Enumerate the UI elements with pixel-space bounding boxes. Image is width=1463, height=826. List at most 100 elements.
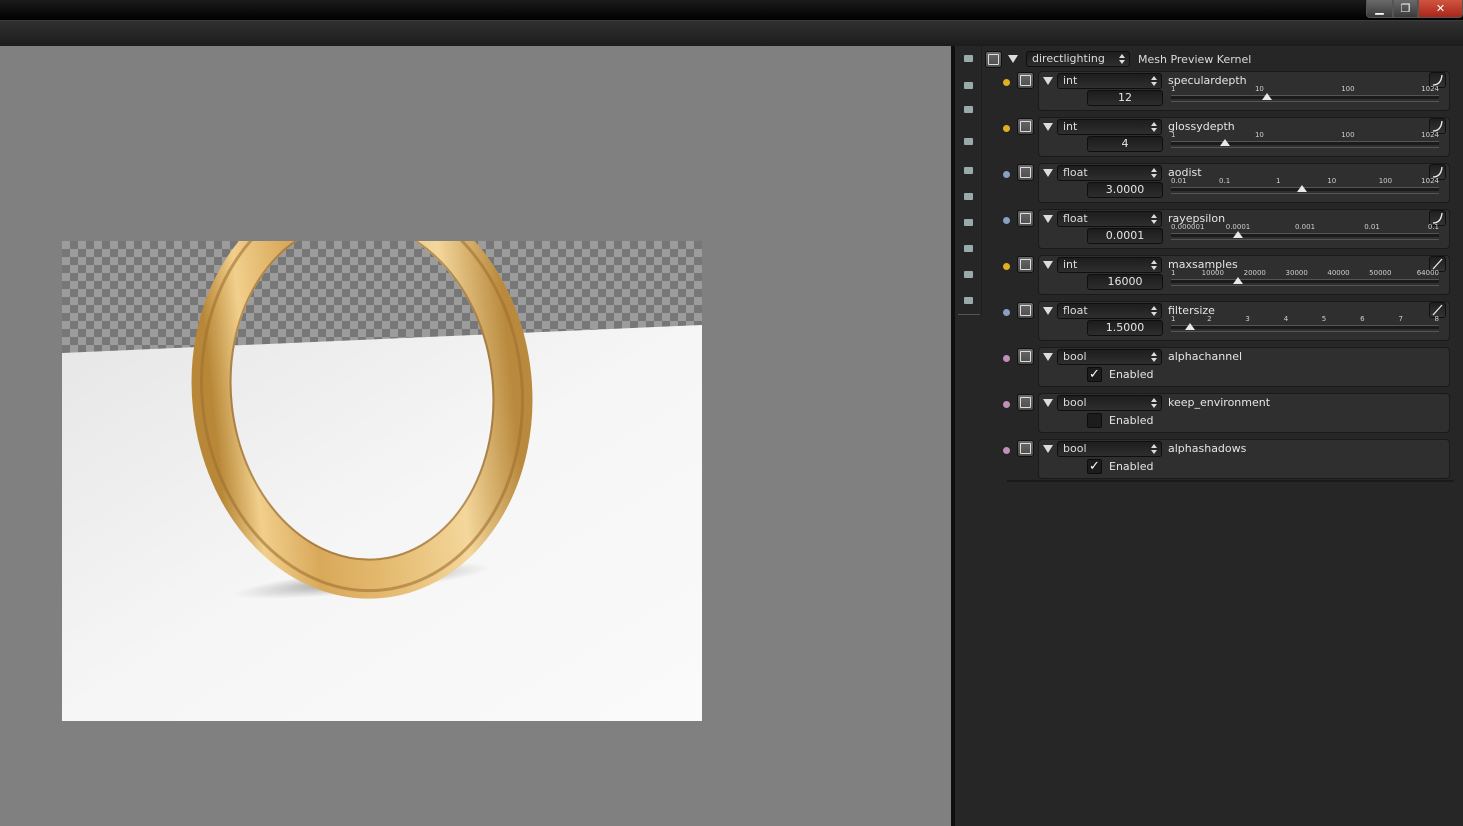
- expand-triangle-icon[interactable]: [1043, 123, 1053, 131]
- expand-triangle-icon[interactable]: [1043, 445, 1053, 453]
- bool-socket-icon[interactable]: [1017, 394, 1034, 411]
- socket-dot-icon[interactable]: [1003, 401, 1010, 408]
- param-row-keep_environment: bool keep_environment Enabled: [1003, 393, 1453, 435]
- collapse-triangle-icon[interactable]: [1008, 55, 1018, 63]
- slider-tick-label: 1024: [1421, 131, 1439, 139]
- param-type-dropdown[interactable]: float: [1057, 211, 1162, 227]
- param-type-dropdown[interactable]: float: [1057, 303, 1162, 319]
- updown-arrows-icon: [1151, 305, 1157, 317]
- expand-triangle-icon[interactable]: [1043, 399, 1053, 407]
- int-socket-icon[interactable]: [1017, 118, 1034, 135]
- param-value-field[interactable]: 0.0001: [1087, 228, 1163, 244]
- socket-dot-icon[interactable]: [1003, 355, 1010, 362]
- slider-baseline: [1171, 147, 1439, 148]
- slider-tick-label: 1: [1275, 177, 1281, 185]
- socket-dot-icon[interactable]: [1003, 79, 1010, 86]
- slider-tick-label: 20000: [1243, 269, 1266, 277]
- enabled-checkbox[interactable]: ✓: [1087, 367, 1102, 382]
- expand-triangle-icon[interactable]: [1043, 169, 1053, 177]
- socket-dot-icon[interactable]: [1003, 309, 1010, 316]
- slider-track[interactable]: [1171, 141, 1439, 145]
- environment-icon[interactable]: [961, 293, 976, 308]
- expand-triangle-icon[interactable]: [1043, 261, 1053, 269]
- render-viewport[interactable]: [0, 46, 951, 826]
- expand-triangle-icon[interactable]: [1043, 307, 1053, 315]
- socket-dot-icon[interactable]: [1003, 217, 1010, 224]
- param-value-field[interactable]: 4: [1087, 136, 1163, 152]
- expand-triangle-icon[interactable]: [1043, 215, 1053, 223]
- param-range-slider[interactable]: 1 10 100 1024: [1171, 131, 1439, 153]
- slider-tick-label: 100: [1341, 85, 1355, 93]
- kernel-type-dropdown[interactable]: directlighting: [1026, 51, 1130, 67]
- close-button[interactable]: ✕: [1418, 0, 1463, 18]
- param-range-slider[interactable]: 0.01 0.1 1 10 100 1024: [1171, 177, 1439, 199]
- socket-dot-icon[interactable]: [1003, 263, 1010, 270]
- object-data-icon[interactable]: [961, 189, 976, 204]
- param-value-field[interactable]: 1.5000: [1087, 320, 1163, 336]
- param-type-dropdown[interactable]: int: [1057, 119, 1162, 135]
- render-icon[interactable]: [961, 51, 976, 66]
- kernel-icon[interactable]: [961, 267, 976, 282]
- slider-track[interactable]: [1171, 95, 1439, 99]
- socket-dot-icon[interactable]: [1003, 171, 1010, 178]
- camera-icon[interactable]: [961, 163, 976, 178]
- enabled-checkbox[interactable]: [1087, 413, 1102, 428]
- param-value-field[interactable]: 16000: [1087, 274, 1163, 290]
- slider-thumb[interactable]: [1261, 93, 1272, 100]
- slider-tick-label: 0.01: [1171, 177, 1187, 185]
- float-socket-icon[interactable]: [1017, 164, 1034, 181]
- param-type-dropdown[interactable]: bool: [1057, 441, 1162, 457]
- slider-thumb[interactable]: [1297, 185, 1308, 192]
- expand-triangle-icon[interactable]: [1043, 353, 1053, 361]
- minimize-button[interactable]: ▁: [1366, 0, 1393, 18]
- param-type-dropdown[interactable]: int: [1057, 73, 1162, 89]
- texture-icon[interactable]: [961, 241, 976, 256]
- bool-socket-icon[interactable]: [1017, 348, 1034, 365]
- param-row-filtersize: float filtersize 1.5000 1 2 3 4 5 6 7 8: [1003, 301, 1453, 343]
- param-value-field[interactable]: 3.0000: [1087, 182, 1163, 198]
- param-value-field[interactable]: 12: [1087, 90, 1163, 106]
- slider-thumb[interactable]: [1219, 139, 1230, 146]
- node-tree-icon[interactable]: [985, 50, 1002, 68]
- expand-triangle-icon[interactable]: [1043, 77, 1053, 85]
- int-socket-icon[interactable]: [1017, 256, 1034, 273]
- slider-track[interactable]: [1171, 233, 1439, 237]
- slider-tick-label: 10: [1254, 85, 1264, 93]
- param-type-dropdown[interactable]: float: [1057, 165, 1162, 181]
- param-range-slider[interactable]: 0.000001 0.0001 0.001 0.01 0.1: [1171, 223, 1439, 245]
- slider-tick-label: 50000: [1369, 269, 1392, 277]
- socket-dot-icon[interactable]: [1003, 125, 1010, 132]
- slider-track[interactable]: [1171, 325, 1439, 329]
- slider-tick-label: 10: [1327, 177, 1337, 185]
- float-socket-icon[interactable]: [1017, 302, 1034, 319]
- param-type-dropdown[interactable]: int: [1057, 257, 1162, 273]
- slider-thumb[interactable]: [1233, 231, 1243, 238]
- scene-icon[interactable]: [961, 102, 976, 117]
- window-titlebar: ▁ ❐ ✕: [0, 0, 1463, 20]
- slider-tick-label: 0.01: [1364, 223, 1380, 231]
- param-row-aodist: float aodist 3.0000 0.01 0.1 1 10 100 1024: [1003, 163, 1453, 205]
- enabled-checkbox[interactable]: ✓: [1087, 459, 1102, 474]
- float-socket-icon[interactable]: [1017, 210, 1034, 227]
- world-icon[interactable]: [961, 134, 976, 149]
- param-range-slider[interactable]: 1 10 100 1024: [1171, 85, 1439, 107]
- socket-dot-icon[interactable]: [1003, 447, 1010, 454]
- material-icon[interactable]: [961, 215, 976, 230]
- param-range-slider[interactable]: 1 10000 20000 30000 40000 50000 64000: [1171, 269, 1439, 291]
- int-socket-icon[interactable]: [1017, 72, 1034, 89]
- slider-thumb[interactable]: [1185, 323, 1196, 330]
- param-row-alphachannel: bool alphachannel ✓ Enabled: [1003, 347, 1453, 389]
- render-layers-icon[interactable]: [961, 78, 976, 93]
- slider-tick-label: 100: [1378, 177, 1393, 185]
- properties-editor: directlighting Mesh Preview Kernel int sp…: [955, 46, 1463, 826]
- slider-thumb[interactable]: [1233, 277, 1243, 284]
- bool-socket-icon[interactable]: [1017, 440, 1034, 457]
- kernel-type-value: directlighting: [1032, 52, 1105, 65]
- slider-track[interactable]: [1171, 279, 1439, 283]
- restore-button[interactable]: ❐: [1393, 0, 1418, 18]
- updown-arrows-icon: [1151, 213, 1157, 225]
- param-type-dropdown[interactable]: bool: [1057, 395, 1162, 411]
- param-type-dropdown[interactable]: bool: [1057, 349, 1162, 365]
- param-range-slider[interactable]: 1 2 3 4 5 6 7 8: [1171, 315, 1439, 337]
- enabled-checkbox-label: Enabled: [1109, 368, 1154, 381]
